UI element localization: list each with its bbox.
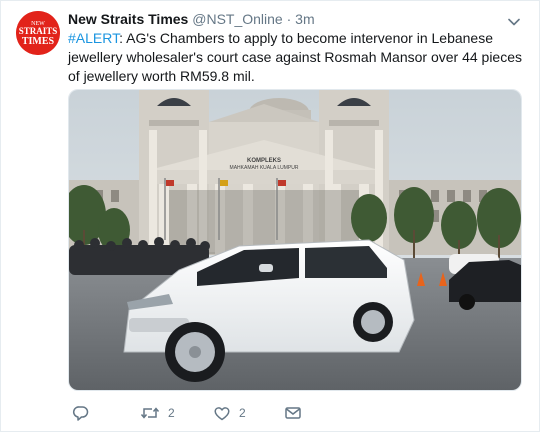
retweet-icon bbox=[140, 407, 160, 419]
tweet-actions: 2 2 bbox=[68, 403, 528, 423]
tweet-header: New Straits Times @NST_Online · 3m bbox=[68, 10, 315, 28]
building-sign-line2: MAHKAMAH KUALA LUMPUR bbox=[230, 165, 299, 171]
tweet-body: : AG's Chambers to apply to become inter… bbox=[68, 30, 522, 84]
like-button[interactable]: 2 bbox=[213, 403, 246, 423]
retweet-count: 2 bbox=[168, 406, 175, 420]
reply-button[interactable] bbox=[72, 403, 98, 423]
svg-text:STRAITS: STRAITS bbox=[19, 26, 58, 36]
retweet-button[interactable]: 2 bbox=[140, 403, 175, 423]
nst-logo-icon: NEW STRAITS TIMES bbox=[16, 11, 60, 55]
reply-icon bbox=[72, 406, 89, 421]
user-handle[interactable]: @NST_Online bbox=[192, 11, 282, 27]
svg-text:TIMES: TIMES bbox=[22, 36, 55, 47]
tweet-photo[interactable]: KOMPLEKS MAHKAMAH KUALA LUMPUR bbox=[68, 89, 522, 391]
more-options-button[interactable] bbox=[507, 15, 521, 29]
display-name[interactable]: New Straits Times bbox=[68, 11, 188, 27]
chevron-down-icon bbox=[508, 18, 520, 26]
direct-message-button[interactable] bbox=[284, 403, 302, 423]
tweet-card[interactable]: NEW STRAITS TIMES New Straits Times @NST… bbox=[0, 0, 540, 432]
message-icon bbox=[285, 407, 301, 419]
tweet-text: #ALERT: AG's Chambers to apply to become… bbox=[68, 29, 528, 86]
avatar[interactable]: NEW STRAITS TIMES bbox=[16, 11, 60, 55]
like-icon bbox=[214, 407, 230, 421]
timestamp[interactable]: 3m bbox=[295, 11, 314, 27]
hashtag-link[interactable]: #ALERT bbox=[68, 30, 119, 46]
court-building-photo: KOMPLEKS MAHKAMAH KUALA LUMPUR bbox=[69, 90, 521, 390]
building-sign-line1: KOMPLEKS bbox=[247, 158, 281, 164]
separator-dot: · bbox=[286, 11, 292, 27]
like-count: 2 bbox=[239, 406, 246, 420]
